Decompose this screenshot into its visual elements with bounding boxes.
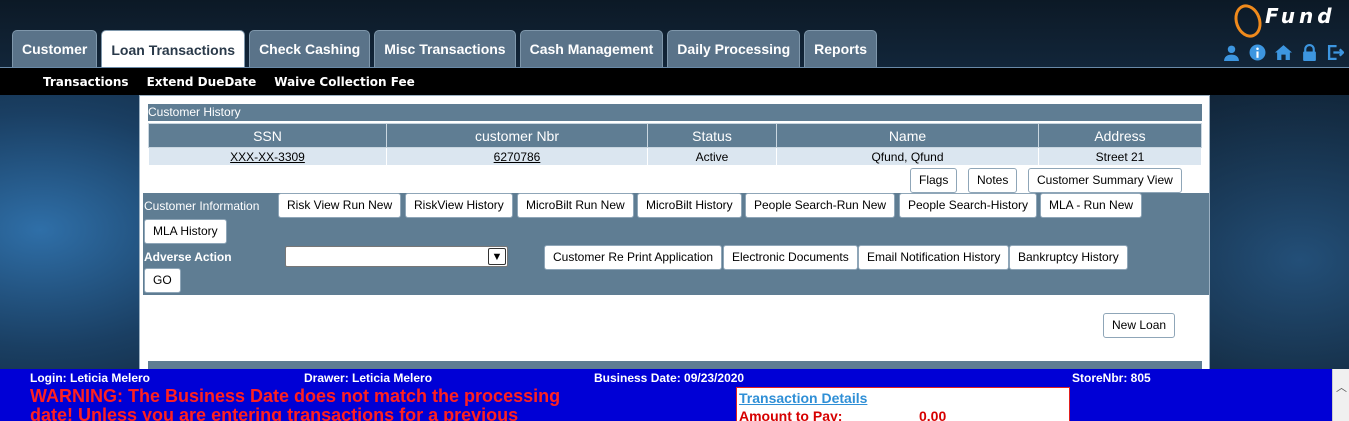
home-icon[interactable] (1274, 44, 1293, 63)
address-cell: Street 21 (1038, 147, 1202, 166)
footer-scrollbar[interactable]: ︿ (1332, 369, 1349, 421)
column-header: Address (1038, 123, 1202, 148)
column-header: Name (776, 123, 1039, 148)
customer-information-section: Customer Information Risk View Run New R… (143, 193, 1209, 295)
amount-to-pay-label: Amount to Pay: (739, 408, 843, 421)
status-footer: Login: Leticia Melero Drawer: Leticia Me… (0, 369, 1332, 421)
customer-history-table: SSN customer Nbr Status Name Address XXX… (148, 123, 1202, 166)
chevron-down-icon[interactable]: ▼ (488, 248, 506, 265)
customer-history-title: Customer History (148, 104, 1202, 121)
customer-summary-view-button[interactable]: Customer Summary View (1028, 168, 1182, 193)
electronic-documents-button[interactable]: Electronic Documents (723, 245, 858, 270)
go-button[interactable]: GO (144, 268, 181, 293)
flags-button[interactable]: Flags (910, 168, 958, 193)
submenu-extend-duedate[interactable]: Extend DueDate (147, 75, 257, 89)
tab-misc-transactions[interactable]: Misc Transactions (374, 30, 516, 67)
customer-information-label: Customer Information (144, 199, 260, 213)
business-date-warning: WARNING: The Business Date does not matc… (30, 386, 561, 421)
notes-button[interactable]: Notes (968, 168, 1018, 193)
chevron-up-icon[interactable]: ︿ (1336, 379, 1347, 395)
column-header: Status (647, 123, 777, 148)
mla-history-button[interactable]: MLA History (144, 219, 227, 244)
people-search-history-button[interactable]: People Search-History (899, 193, 1038, 218)
logo-text: Fund (1265, 4, 1336, 28)
qfund-logo: Fund (1229, 0, 1336, 42)
info-icon[interactable] (1248, 44, 1267, 63)
microbilt-history-button[interactable]: MicroBilt History (637, 193, 742, 218)
store-number-info: StoreNbr: 805 (1072, 371, 1151, 385)
customer-panel: Customer History SSN customer Nbr Status… (139, 95, 1210, 375)
email-notification-history-button[interactable]: Email Notification History (858, 245, 1010, 270)
status-cell: Active (647, 147, 777, 166)
name-cell: Qfund, Qfund (776, 147, 1039, 166)
tab-reports[interactable]: Reports (804, 30, 878, 67)
drawer-info: Drawer: Leticia Melero (304, 371, 433, 385)
bankruptcy-history-button[interactable]: Bankruptcy History (1009, 245, 1128, 270)
people-search-run-new-button[interactable]: People Search-Run New (745, 193, 896, 218)
tab-daily-processing[interactable]: Daily Processing (667, 30, 801, 67)
logout-icon[interactable] (1326, 44, 1345, 63)
column-header: SSN (148, 123, 387, 148)
user-icon[interactable] (1222, 44, 1241, 63)
risk-view-run-new-button[interactable]: Risk View Run New (278, 193, 402, 218)
ssn-link[interactable]: XXX-XX-3309 (230, 150, 305, 164)
microbilt-run-new-button[interactable]: MicroBilt Run New (517, 193, 634, 218)
sub-menu: Transactions Extend DueDate Waive Collec… (0, 68, 1349, 95)
login-info: Login: Leticia Melero (30, 371, 151, 385)
header: Customer Loan Transactions Check Cashing… (0, 0, 1349, 68)
submenu-waive-collection-fee[interactable]: Waive Collection Fee (274, 75, 415, 89)
transaction-details-link[interactable]: Transaction Details (739, 390, 867, 406)
mla-run-new-button[interactable]: MLA - Run New (1040, 193, 1143, 218)
column-header: customer Nbr (386, 123, 648, 148)
tab-check-cashing[interactable]: Check Cashing (249, 30, 371, 67)
transaction-details-box: Transaction Details Amount to Pay: 0.00 (736, 387, 1070, 421)
header-icons (1222, 44, 1345, 63)
lock-icon[interactable] (1300, 44, 1319, 63)
main-tabs: Customer Loan Transactions Check Cashing… (12, 30, 878, 68)
customer-re-print-application-button[interactable]: Customer Re Print Application (544, 245, 723, 270)
table-row: XXX-XX-3309 6270786 Active Qfund, Qfund … (148, 147, 1202, 166)
tab-customer[interactable]: Customer (12, 30, 98, 67)
adverse-action-label: Adverse Action (144, 250, 232, 264)
amount-to-pay-value: 0.00 (919, 408, 947, 421)
customer-nbr-link[interactable]: 6270786 (494, 150, 541, 164)
tab-cash-management[interactable]: Cash Management (519, 30, 664, 67)
adverse-action-select[interactable]: ▼ (285, 246, 508, 267)
logo-q-ring (1229, 0, 1267, 42)
new-loan-button[interactable]: New Loan (1103, 313, 1176, 338)
riskview-history-button[interactable]: RiskView History (405, 193, 513, 218)
submenu-transactions[interactable]: Transactions (43, 75, 129, 89)
business-date-info: Business Date: 09/23/2020 (594, 371, 745, 385)
tab-loan-transactions[interactable]: Loan Transactions (101, 30, 246, 68)
